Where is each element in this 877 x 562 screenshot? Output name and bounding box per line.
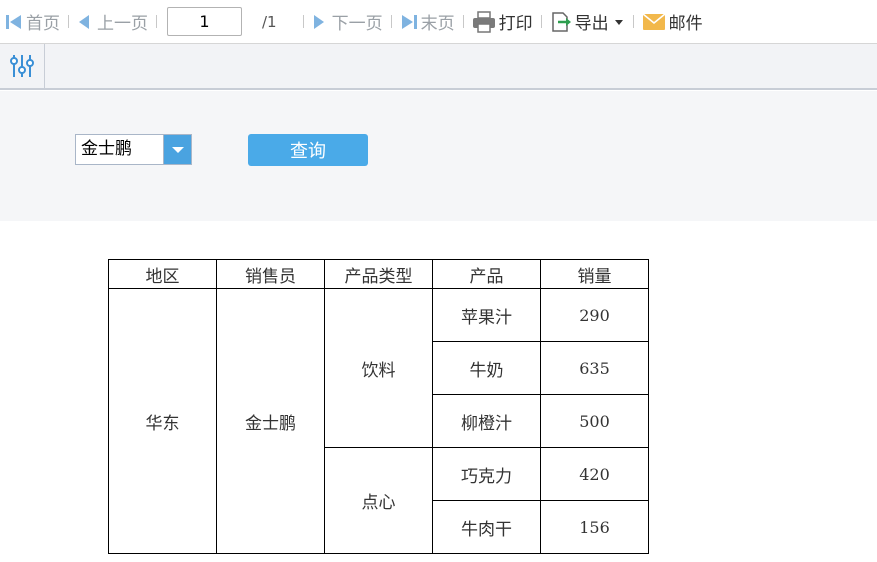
- quantity-cell: 290: [540, 288, 649, 342]
- prev-page-button[interactable]: 上一页: [77, 0, 148, 44]
- prev-page-icon: [79, 14, 89, 29]
- salesperson-select-value: 金士鹏: [81, 139, 132, 159]
- printer-icon: [472, 10, 495, 33]
- mail-button[interactable]: 邮件: [642, 0, 703, 44]
- product-cell: 牛肉干: [432, 500, 541, 554]
- print-label: 打印: [498, 14, 533, 34]
- product-cell: 柳橙汁: [432, 394, 541, 448]
- page-number-input[interactable]: [167, 7, 242, 36]
- mail-label: 邮件: [668, 14, 703, 34]
- next-page-label: 下一页: [331, 14, 383, 34]
- toolbar-separator: [462, 15, 464, 28]
- first-page-button[interactable]: 首页: [5, 0, 60, 44]
- toolbar-separator: [156, 15, 157, 28]
- parameter-panel: 金士鹏 查询: [0, 91, 877, 221]
- settings-sliders-icon: [10, 55, 34, 77]
- product-type-cell: 点心: [324, 447, 433, 554]
- next-page-icon: [313, 14, 324, 29]
- dropdown-arrow-icon: [171, 146, 184, 153]
- product-cell: 苹果汁: [432, 288, 541, 342]
- print-button[interactable]: 打印: [472, 0, 533, 44]
- last-page-button[interactable]: 末页: [400, 0, 455, 44]
- region-cell: 华东: [108, 288, 217, 554]
- page-total: /1: [262, 12, 277, 31]
- export-button[interactable]: 导出: [550, 0, 625, 44]
- toolbar-separator: [540, 15, 542, 28]
- column-header-salesperson: 销售员: [216, 259, 325, 289]
- export-label: 导出: [574, 14, 609, 34]
- column-header-product: 产品: [432, 259, 541, 289]
- sales-report-table: 地区 销售员 产品类型 产品 销量 华东 金士鹏 饮料 苹果汁 290 牛奶 6…: [108, 259, 649, 554]
- first-page-icon: [6, 14, 21, 29]
- quantity-cell: 156: [540, 500, 649, 554]
- salesperson-dropdown-button[interactable]: [163, 135, 191, 164]
- table-header-row: 地区 销售员 产品类型 产品 销量: [108, 259, 649, 289]
- chevron-down-icon: [614, 19, 623, 25]
- next-page-button[interactable]: 下一页: [312, 0, 383, 44]
- salesperson-cell: 金士鹏: [216, 288, 325, 554]
- last-page-label: 末页: [420, 14, 455, 34]
- salesperson-select[interactable]: 金士鹏: [75, 134, 192, 165]
- last-page-icon: [401, 14, 417, 29]
- column-header-quantity: 销量: [540, 259, 649, 289]
- toolbar-separator: [632, 15, 634, 28]
- table-row: 华东 金士鹏 饮料 苹果汁 290: [108, 288, 649, 554]
- export-icon: [551, 11, 571, 32]
- toolbar-separator: [302, 15, 304, 28]
- parameter-toolbar: [0, 44, 877, 90]
- report-toolbar: 首页 上一页 /1 下一页 末页 打印 导出: [0, 0, 877, 44]
- query-button[interactable]: 查询: [248, 134, 368, 166]
- toolbar-separator: [390, 15, 392, 28]
- product-cell: 巧克力: [432, 447, 541, 501]
- first-page-label: 首页: [26, 14, 60, 34]
- report-viewer: 首页 上一页 /1 下一页 末页 打印 导出: [0, 0, 877, 562]
- mail-icon: [642, 12, 666, 30]
- quantity-cell: 635: [540, 341, 649, 395]
- quantity-cell: 500: [540, 394, 649, 448]
- product-cell: 牛奶: [432, 341, 541, 395]
- column-header-region: 地区: [108, 259, 217, 289]
- toolbar-separator: [68, 15, 69, 28]
- quantity-cell: 420: [540, 447, 649, 501]
- prev-page-label: 上一页: [97, 14, 148, 34]
- parameter-settings-button[interactable]: [0, 44, 45, 88]
- column-header-product-type: 产品类型: [324, 259, 433, 289]
- product-type-cell: 饮料: [324, 288, 433, 448]
